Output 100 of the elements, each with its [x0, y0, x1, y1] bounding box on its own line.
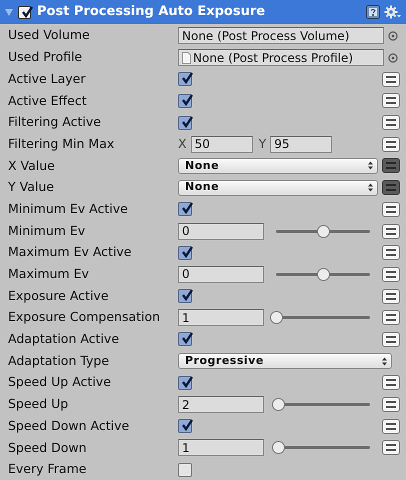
component-title: Post Processing Auto Exposure [37, 3, 266, 22]
menu-button[interactable] [382, 440, 400, 456]
equals-icon [386, 249, 396, 256]
help-icon[interactable] [366, 5, 380, 19]
updown-icon [368, 161, 373, 170]
axis-label: Y [258, 134, 266, 153]
menu-button[interactable] [382, 288, 400, 304]
equals-icon [386, 162, 396, 170]
menu-button[interactable] [382, 136, 400, 152]
check-icon [180, 92, 194, 107]
menu-button[interactable] [382, 115, 400, 130]
equals-icon [386, 270, 396, 278]
menu-button[interactable] [382, 93, 400, 108]
menu-button[interactable] [382, 72, 400, 87]
check-icon [180, 288, 194, 302]
field-label: X Value [8, 156, 56, 175]
slider-thumb[interactable] [272, 441, 285, 454]
target-icon[interactable] [388, 30, 398, 41]
menu-button[interactable] [382, 310, 400, 326]
equals-icon [386, 314, 396, 322]
field-label: Minimum Ev Active [8, 200, 129, 218]
axis-label: X [178, 134, 187, 153]
menu-button[interactable] [382, 245, 400, 260]
field-label: Minimum Ev [8, 222, 86, 240]
object-field[interactable]: None (Post Process Volume) [178, 27, 384, 44]
checkbox[interactable] [178, 419, 192, 434]
field-label: Active Layer [8, 70, 86, 88]
checkbox[interactable] [178, 246, 192, 260]
equals-icon [386, 206, 396, 213]
check-icon [180, 374, 194, 389]
settings-icon[interactable] [384, 5, 402, 19]
checkbox[interactable] [178, 202, 192, 216]
field-label: Exposure Compensation [8, 308, 162, 326]
check-icon [180, 201, 194, 216]
updown-icon [382, 356, 387, 366]
menu-button[interactable] [382, 224, 400, 239]
number-field[interactable]: 50 [190, 136, 253, 153]
equals-icon [386, 184, 396, 192]
number-field[interactable]: 2 [178, 396, 264, 414]
updown-icon [368, 183, 373, 192]
field-label: Exposure Active [8, 286, 110, 305]
slider-thumb[interactable] [270, 311, 283, 324]
equals-icon [386, 140, 396, 148]
field-label: Adaptation Type [8, 352, 110, 370]
field-label: Filtering Min Max [8, 134, 116, 153]
menu-button[interactable] [382, 202, 400, 217]
field-label: Speed Up [8, 395, 70, 414]
equals-icon [386, 119, 396, 126]
checkbox[interactable] [18, 6, 31, 18]
menu-button[interactable] [382, 158, 400, 174]
number-field[interactable]: 1 [178, 309, 264, 326]
menu-button[interactable] [382, 180, 400, 196]
dropdown[interactable]: None [178, 180, 378, 196]
menu-button[interactable] [382, 397, 400, 412]
target-icon[interactable] [388, 52, 398, 63]
equals-icon [386, 379, 396, 386]
checkbox[interactable] [178, 94, 192, 108]
equals-icon [386, 336, 396, 343]
field-label: Speed Up Active [8, 373, 112, 392]
number-field[interactable]: 1 [178, 439, 264, 456]
field-label: Maximum Ev Active [8, 243, 132, 262]
slider-thumb[interactable] [272, 398, 285, 412]
slider-thumb[interactable] [317, 224, 330, 238]
checkbox[interactable] [178, 332, 192, 346]
checkbox[interactable] [178, 116, 192, 130]
field-label: Used Profile [8, 48, 84, 66]
field-label: Active Effect [8, 92, 88, 110]
checkbox[interactable] [178, 72, 192, 86]
dropdown[interactable]: Progressive [178, 353, 392, 370]
object-field[interactable]: None (Post Process Profile) [178, 49, 384, 66]
dropdown[interactable]: None [178, 158, 378, 174]
field-label: Every Frame [8, 460, 88, 478]
equals-icon [386, 97, 396, 104]
file-icon [182, 52, 191, 64]
equals-icon [386, 422, 396, 430]
checkbox[interactable] [178, 376, 192, 390]
field-label: Speed Down Active [8, 416, 130, 435]
number-field[interactable]: 0 [178, 222, 264, 240]
menu-button[interactable] [382, 375, 400, 390]
checkbox[interactable] [178, 289, 192, 304]
slider-thumb[interactable] [317, 268, 330, 281]
number-field[interactable]: 0 [178, 266, 264, 283]
menu-button[interactable] [382, 266, 400, 282]
check-icon [180, 114, 194, 129]
field-label: Filtering Active [8, 113, 102, 132]
check-icon [20, 4, 34, 18]
field-label: Used Volume [8, 26, 91, 44]
equals-icon [386, 76, 396, 83]
field-label: Maximum Ev [8, 265, 90, 284]
field-label: Adaptation Active [8, 330, 120, 348]
check-icon [180, 418, 194, 432]
check-icon [180, 71, 194, 86]
field-label: Speed Down [8, 438, 88, 457]
equals-icon [386, 292, 396, 300]
menu-button[interactable] [382, 418, 400, 434]
equals-icon [386, 444, 396, 452]
equals-icon [386, 228, 396, 235]
menu-button[interactable] [382, 332, 400, 347]
number-field[interactable]: 95 [270, 136, 332, 153]
checkbox[interactable] [178, 462, 192, 477]
